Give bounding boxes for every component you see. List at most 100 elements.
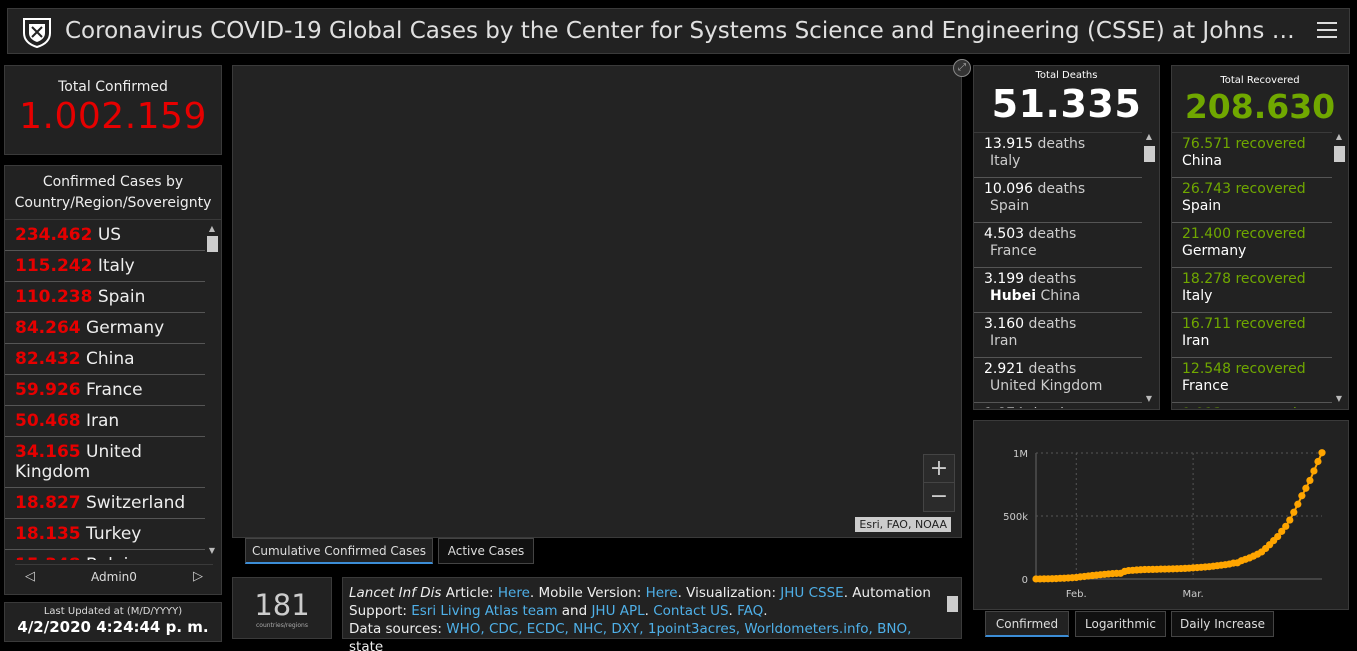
country-list-item[interactable]: 50.468 Iran (5, 406, 205, 437)
total-deaths-panel: Total Deaths 51.335 13.915 deaths Italy 10… (973, 65, 1160, 410)
zoom-in-button[interactable]: + (924, 455, 954, 483)
country-list-item[interactable]: 18.827 Switzerland (5, 488, 205, 519)
deaths-list-item[interactable]: 2.921 deaths United Kingdom (974, 358, 1142, 403)
jhu-apl-link[interactable]: JHU APL (591, 603, 644, 619)
fullscreen-icon[interactable]: ⤢ (953, 59, 971, 77)
recovered-country: Spain (1182, 198, 1222, 214)
country-list-item[interactable]: 34.165 United Kingdom (5, 437, 205, 488)
deaths-list-item[interactable]: 10.096 deaths Spain (974, 178, 1142, 223)
tab-chart-daily-increase[interactable]: Daily Increase (1171, 611, 1274, 637)
deaths-country: Spain (990, 198, 1030, 214)
recovered-list-item[interactable]: 12.548 recovered France (1172, 358, 1332, 403)
recovered-list-item[interactable]: 76.571 recovered China (1172, 133, 1332, 178)
country-case-count: 84.264 (15, 318, 81, 338)
total-deaths-label: Total Deaths (1035, 70, 1098, 81)
country-case-count: 82.432 (15, 349, 81, 369)
recovered-list-item[interactable]: 21.400 recovered Germany (1172, 223, 1332, 268)
deaths-list-item[interactable]: 13.915 deaths Italy (974, 133, 1142, 178)
deaths-list-item[interactable]: 1.874 deaths (974, 403, 1142, 408)
deaths-suffix: deaths (1028, 316, 1077, 332)
country-list[interactable]: 234.462 US 115.242 Italy 110.238 Spain 84.2… (5, 220, 205, 560)
next-page-icon[interactable]: ▷ (193, 569, 203, 584)
total-confirmed-value: 1.002.159 (19, 96, 207, 137)
deaths-suffix: deaths (1037, 181, 1086, 197)
deaths-count: 1.874 (984, 406, 1024, 408)
zoom-out-button[interactable]: − (924, 483, 954, 511)
chart-y-tick-label: 500k (1003, 512, 1028, 523)
scroll-down-icon[interactable]: ▼ (207, 546, 217, 555)
esri-living-atlas-link[interactable]: Esri Living Atlas team (411, 603, 557, 619)
country-name: France (86, 380, 143, 400)
deaths-list-item[interactable]: 3.199 deaths Hubei China (974, 268, 1142, 313)
map-view[interactable]: ⤢ + − Esri, FAO, NOAA (232, 59, 971, 538)
deaths-list-item[interactable]: 4.503 deaths France (974, 223, 1142, 268)
chart-point (1306, 476, 1314, 485)
deaths-country: United Kingdom (990, 378, 1103, 394)
faq-link[interactable]: FAQ (737, 603, 763, 619)
data-sources-link[interactable]: WHO, CDC, ECDC, NHC, DXY, 1point3acres, … (446, 621, 911, 637)
country-list-item[interactable]: 15.348 Belgium (5, 550, 205, 560)
recovered-list-item[interactable]: 26.743 recovered Spain (1172, 178, 1332, 223)
scroll-down-icon[interactable]: ▼ (1334, 394, 1344, 403)
recovered-country: Germany (1182, 243, 1247, 259)
recovered-count: 16.711 (1182, 316, 1231, 332)
admin-level-label: Admin0 (91, 570, 137, 584)
country-name: Iran (86, 411, 120, 431)
recovered-suffix: recovered (1235, 136, 1306, 152)
tab-active-cases[interactable]: Active Cases (438, 538, 534, 564)
recovered-suffix: recovered (1235, 226, 1306, 242)
chart-point (1314, 457, 1322, 466)
deaths-suffix: deaths (1028, 361, 1077, 377)
lancet-article-link[interactable]: Here (498, 585, 530, 601)
country-case-count: 234.462 (15, 225, 93, 245)
country-count-label: countries/regions (255, 622, 308, 629)
deaths-scrollbar[interactable]: ▲ ▼ (1142, 132, 1156, 408)
country-list-item[interactable]: 59.926 France (5, 375, 205, 406)
country-list-item[interactable]: 82.432 China (5, 344, 205, 375)
recovered-list-item[interactable]: 18.278 recovered Italy (1172, 268, 1332, 313)
jhu-shield-logo-icon (23, 18, 51, 49)
recovered-list-item[interactable]: 9.913 recovered (1172, 403, 1332, 408)
country-list-item[interactable]: 18.135 Turkey (5, 519, 205, 550)
jhu-csse-link[interactable]: JHU CSSE (780, 585, 843, 601)
hamburger-menu-icon[interactable] (1317, 22, 1337, 40)
country-case-count: 34.165 (15, 442, 81, 462)
chart-point (1318, 449, 1326, 457)
total-deaths-value: 51.335 (991, 82, 1142, 126)
tab-chart-confirmed[interactable]: Confirmed (985, 611, 1069, 637)
deaths-list-item[interactable]: 3.160 deaths Iran (974, 313, 1142, 358)
recovered-list-item[interactable]: 16.711 recovered Iran (1172, 313, 1332, 358)
recovered-list[interactable]: 76.571 recovered China 26.743 recovered Spa… (1172, 132, 1332, 408)
deaths-suffix: deaths (1037, 136, 1086, 152)
country-list-item[interactable]: 115.242 Italy (5, 251, 205, 282)
chart-point (1282, 522, 1290, 530)
contact-us-link[interactable]: Contact US (653, 603, 728, 619)
deaths-count: 4.503 (984, 226, 1025, 242)
info-scrollbar[interactable] (945, 582, 959, 634)
scroll-up-icon[interactable]: ▲ (1334, 132, 1344, 141)
last-updated-label: Last Updated at (M/D/YYYY) (43, 606, 183, 617)
country-list-item[interactable]: 234.462 US (5, 220, 205, 251)
tab-cumulative-confirmed-cases[interactable]: Cumulative Confirmed Cases (245, 538, 433, 564)
recovered-scrollbar[interactable]: ▲ ▼ (1332, 132, 1346, 408)
deaths-location: Hubei China (984, 288, 1132, 305)
scroll-up-icon[interactable]: ▲ (1144, 132, 1154, 141)
country-case-count: 110.238 (15, 287, 93, 307)
country-list-scrollbar[interactable]: ▲ ▼ (205, 224, 219, 560)
scroll-down-icon[interactable]: ▼ (1144, 394, 1154, 403)
country-name: US (97, 225, 122, 245)
recovered-country: France (1182, 378, 1229, 394)
scroll-up-icon[interactable]: ▲ (207, 224, 217, 233)
header-bar: Coronavirus COVID-19 Global Cases by the… (7, 8, 1350, 54)
recovered-suffix: recovered (1235, 181, 1306, 197)
country-list-item[interactable]: 110.238 Spain (5, 282, 205, 313)
chart-x-tick-label: Mar. (1183, 589, 1204, 600)
chart-point (1302, 484, 1310, 492)
country-list-item[interactable]: 84.264 Germany (5, 313, 205, 344)
country-name: Germany (86, 318, 165, 338)
tab-chart-logarithmic[interactable]: Logarithmic (1075, 611, 1166, 637)
deaths-list[interactable]: 13.915 deaths Italy 10.096 deaths Spain 4.50… (974, 132, 1142, 408)
chart-point (1310, 467, 1318, 475)
mobile-version-link[interactable]: Here (646, 585, 678, 601)
country-case-count: 59.926 (15, 380, 81, 400)
